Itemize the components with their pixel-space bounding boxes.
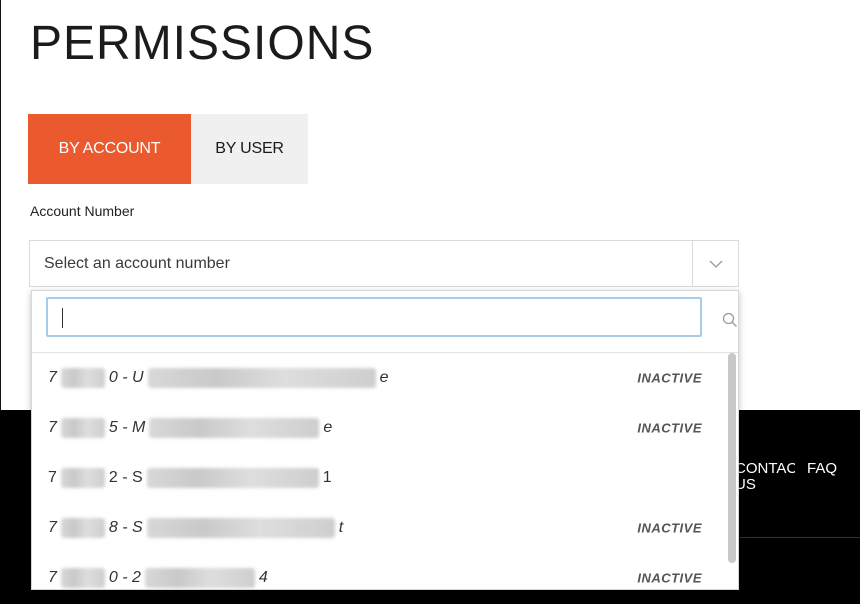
dropdown-search-row (32, 291, 738, 353)
option-label: 7 0 - U e (48, 368, 388, 388)
account-option[interactable]: 7 5 - M e INACTIVE (32, 403, 732, 453)
option-label: 7 2 - S 1 (48, 468, 332, 488)
redacted-name (146, 518, 335, 538)
account-option[interactable]: 7 0 - U e INACTIVE (32, 353, 732, 403)
tab-by-user[interactable]: BY USER (191, 114, 308, 184)
status-badge: INACTIVE (637, 420, 702, 436)
tab-by-account[interactable]: BY ACCOUNT (28, 114, 191, 184)
chevron-down-icon[interactable] (692, 241, 738, 286)
redacted-number (60, 568, 105, 588)
redacted-number (60, 468, 105, 488)
page-title: PERMISSIONS (30, 17, 375, 70)
scrollbar-thumb[interactable] (728, 353, 736, 563)
option-code: 5 - M (108, 419, 146, 436)
account-option[interactable]: 7 2 - S 1 (32, 453, 732, 503)
redacted-name (144, 568, 255, 588)
status-badge: INACTIVE (637, 570, 702, 586)
option-prefix: 7 (48, 369, 57, 386)
option-prefix: 7 (48, 419, 57, 436)
footer-contact-link[interactable]: CONTACT US (735, 461, 795, 493)
option-suffix: 1 (322, 469, 332, 486)
option-suffix: e (379, 369, 389, 386)
account-number-select[interactable]: Select an account number (29, 240, 739, 287)
option-prefix: 7 (48, 569, 57, 586)
account-search-input[interactable] (46, 297, 702, 337)
option-code: 0 - U (108, 369, 144, 386)
account-dropdown-panel: 7 0 - U e INACTIVE 7 5 - M e INACTIVE 7 (31, 290, 739, 590)
option-prefix: 7 (48, 469, 57, 486)
account-option[interactable]: 7 0 - 2 4 INACTIVE (32, 553, 732, 589)
account-number-placeholder: Select an account number (44, 254, 230, 272)
option-label: 7 5 - M e (48, 418, 332, 438)
account-number-label: Account Number (30, 203, 135, 219)
account-option[interactable]: 7 8 - S t INACTIVE (32, 503, 732, 553)
option-code: 0 - 2 (108, 569, 141, 586)
redacted-name (146, 468, 319, 488)
redacted-name (147, 368, 376, 388)
option-suffix: e (323, 419, 333, 436)
status-badge: INACTIVE (637, 520, 702, 536)
option-suffix: 4 (258, 569, 268, 586)
option-code: 8 - S (108, 519, 143, 536)
text-caret (62, 308, 63, 328)
redacted-name (149, 418, 320, 438)
option-label: 7 8 - S t (48, 518, 343, 538)
dropdown-scrollbar[interactable] (724, 353, 738, 589)
option-code: 2 - S (108, 469, 143, 486)
footer-divider (740, 537, 860, 538)
footer-faq-link[interactable]: FAQ (807, 461, 837, 477)
permission-tabs: BY ACCOUNT BY USER (28, 114, 308, 184)
redacted-number (60, 418, 105, 438)
option-suffix: t (338, 519, 344, 536)
account-options-list: 7 0 - U e INACTIVE 7 5 - M e INACTIVE 7 (32, 353, 732, 589)
redacted-number (60, 518, 105, 538)
footer-contact-label: CONTACT US (735, 461, 795, 493)
option-prefix: 7 (48, 519, 57, 536)
status-badge: INACTIVE (637, 370, 702, 386)
redacted-number (60, 368, 105, 388)
option-label: 7 0 - 2 4 (48, 568, 268, 588)
search-icon[interactable] (722, 312, 738, 333)
